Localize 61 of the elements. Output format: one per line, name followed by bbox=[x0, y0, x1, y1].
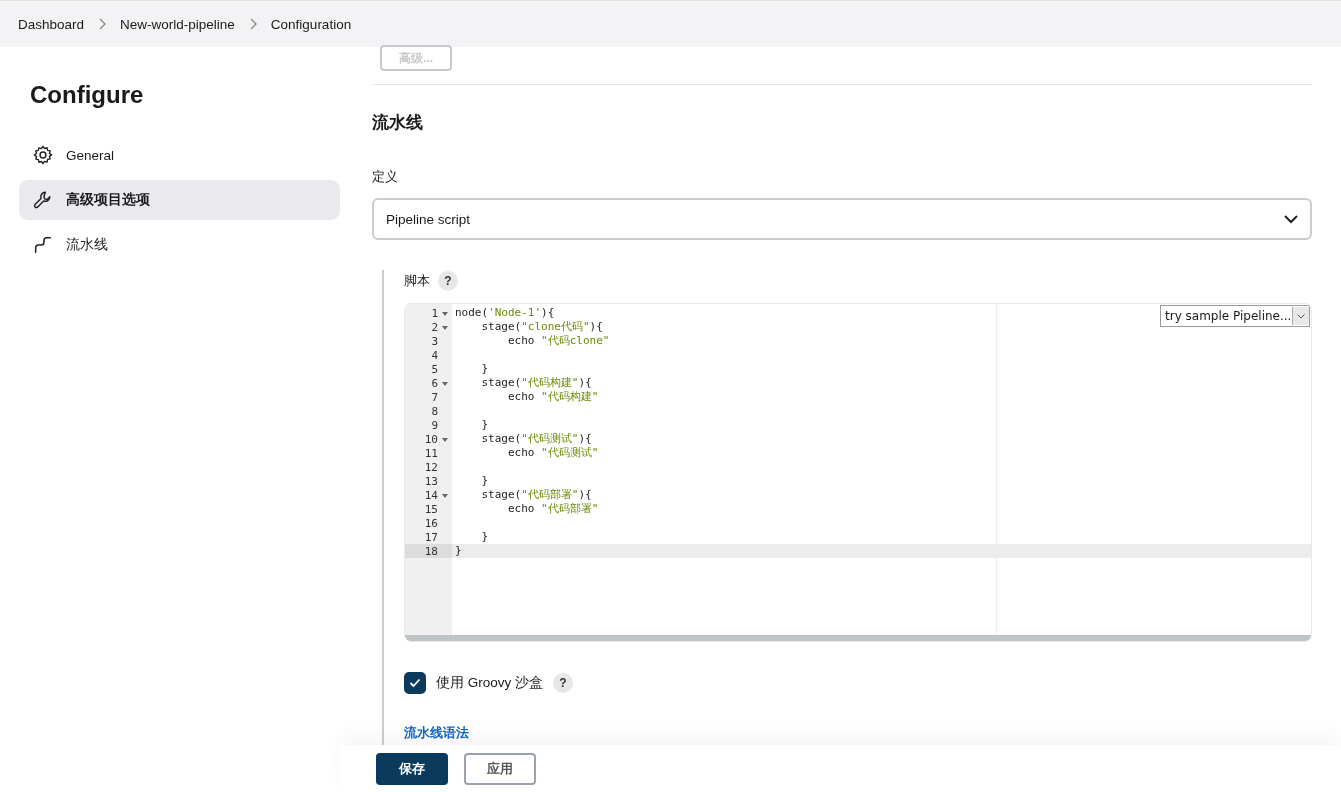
chevron-down-icon bbox=[1284, 214, 1298, 224]
code-line: } bbox=[480, 362, 489, 375]
gear-icon bbox=[32, 144, 54, 166]
sidebar-item[interactable]: 流水线 bbox=[19, 225, 340, 265]
sample-select[interactable]: try sample Pipeline... bbox=[1160, 305, 1310, 327]
scrollbar[interactable] bbox=[405, 635, 1311, 641]
code-line: } bbox=[480, 474, 489, 487]
code-line: stage("代码测试"){ bbox=[480, 432, 592, 445]
code-line: echo "代码clone" bbox=[506, 334, 610, 347]
line-number: 1 bbox=[405, 306, 450, 320]
chevron-icon bbox=[248, 18, 257, 30]
line-number: 14 bbox=[405, 488, 450, 502]
code-line: echo "代码构建" bbox=[506, 390, 599, 403]
line-number: 7 bbox=[430, 390, 439, 404]
line-number: 4 bbox=[430, 348, 439, 362]
line-number: 5 bbox=[430, 362, 439, 376]
help-button[interactable]: ? bbox=[553, 673, 573, 693]
checkbox[interactable] bbox=[404, 672, 426, 694]
line-number: 16 bbox=[423, 516, 439, 530]
breadcrumb-link[interactable]: New-world-pipeline bbox=[120, 16, 235, 32]
line-number: 3 bbox=[430, 334, 439, 348]
chevron-icon bbox=[98, 18, 107, 30]
pipeline-icon bbox=[32, 234, 54, 256]
line-number: 2 bbox=[405, 320, 450, 334]
breadcrumb-link[interactable]: Dashboard bbox=[18, 16, 85, 32]
chevron-down-icon bbox=[1297, 313, 1305, 319]
code-line: stage("clone代码"){ bbox=[480, 320, 603, 333]
line-number: 6 bbox=[405, 376, 450, 390]
code-editor[interactable] bbox=[404, 303, 1312, 642]
save-button[interactable]: 保存 bbox=[376, 752, 448, 785]
definition-select[interactable]: Pipeline script bbox=[372, 198, 1312, 240]
page-title: Configure bbox=[30, 81, 145, 109]
section-title: 流水线 bbox=[372, 112, 424, 134]
line-number: 8 bbox=[430, 404, 439, 418]
wrench-icon bbox=[32, 189, 54, 211]
line-number: 15 bbox=[423, 502, 439, 516]
line-number: 13 bbox=[423, 474, 439, 488]
code-line: stage("代码构建"){ bbox=[480, 376, 592, 389]
sidebar-item[interactable]: General bbox=[19, 135, 340, 175]
line-number: 17 bbox=[423, 530, 439, 544]
code-line: echo "代码测试" bbox=[506, 446, 599, 459]
line-number: 11 bbox=[423, 446, 439, 460]
line-number: 12 bbox=[423, 460, 439, 474]
code-line: echo "代码部署" bbox=[506, 502, 599, 515]
checkbox-label: 使用 Groovy 沙盒 bbox=[436, 674, 543, 692]
line-number: 10 bbox=[405, 432, 450, 446]
code-line: } bbox=[455, 544, 462, 557]
code-line: } bbox=[480, 418, 489, 431]
code-line: node('Node-1'){ bbox=[455, 306, 555, 319]
breadcrumb-link[interactable]: Configuration bbox=[270, 16, 352, 32]
apply-button[interactable]: 应用 bbox=[464, 752, 536, 785]
sidebar-item[interactable]: 高级项目选项 bbox=[19, 180, 340, 220]
line-number: 18 bbox=[423, 544, 439, 558]
check-icon bbox=[409, 678, 421, 688]
field-label: 脚本 bbox=[404, 272, 430, 290]
help-button[interactable]: ? bbox=[438, 271, 458, 291]
code-line: } bbox=[480, 530, 489, 543]
pipeline-syntax-link[interactable]: 流水线语法 bbox=[404, 724, 469, 742]
field-label: 定义 bbox=[372, 168, 399, 186]
line-number: 9 bbox=[430, 418, 439, 432]
code-line: stage("代码部署"){ bbox=[480, 488, 592, 501]
